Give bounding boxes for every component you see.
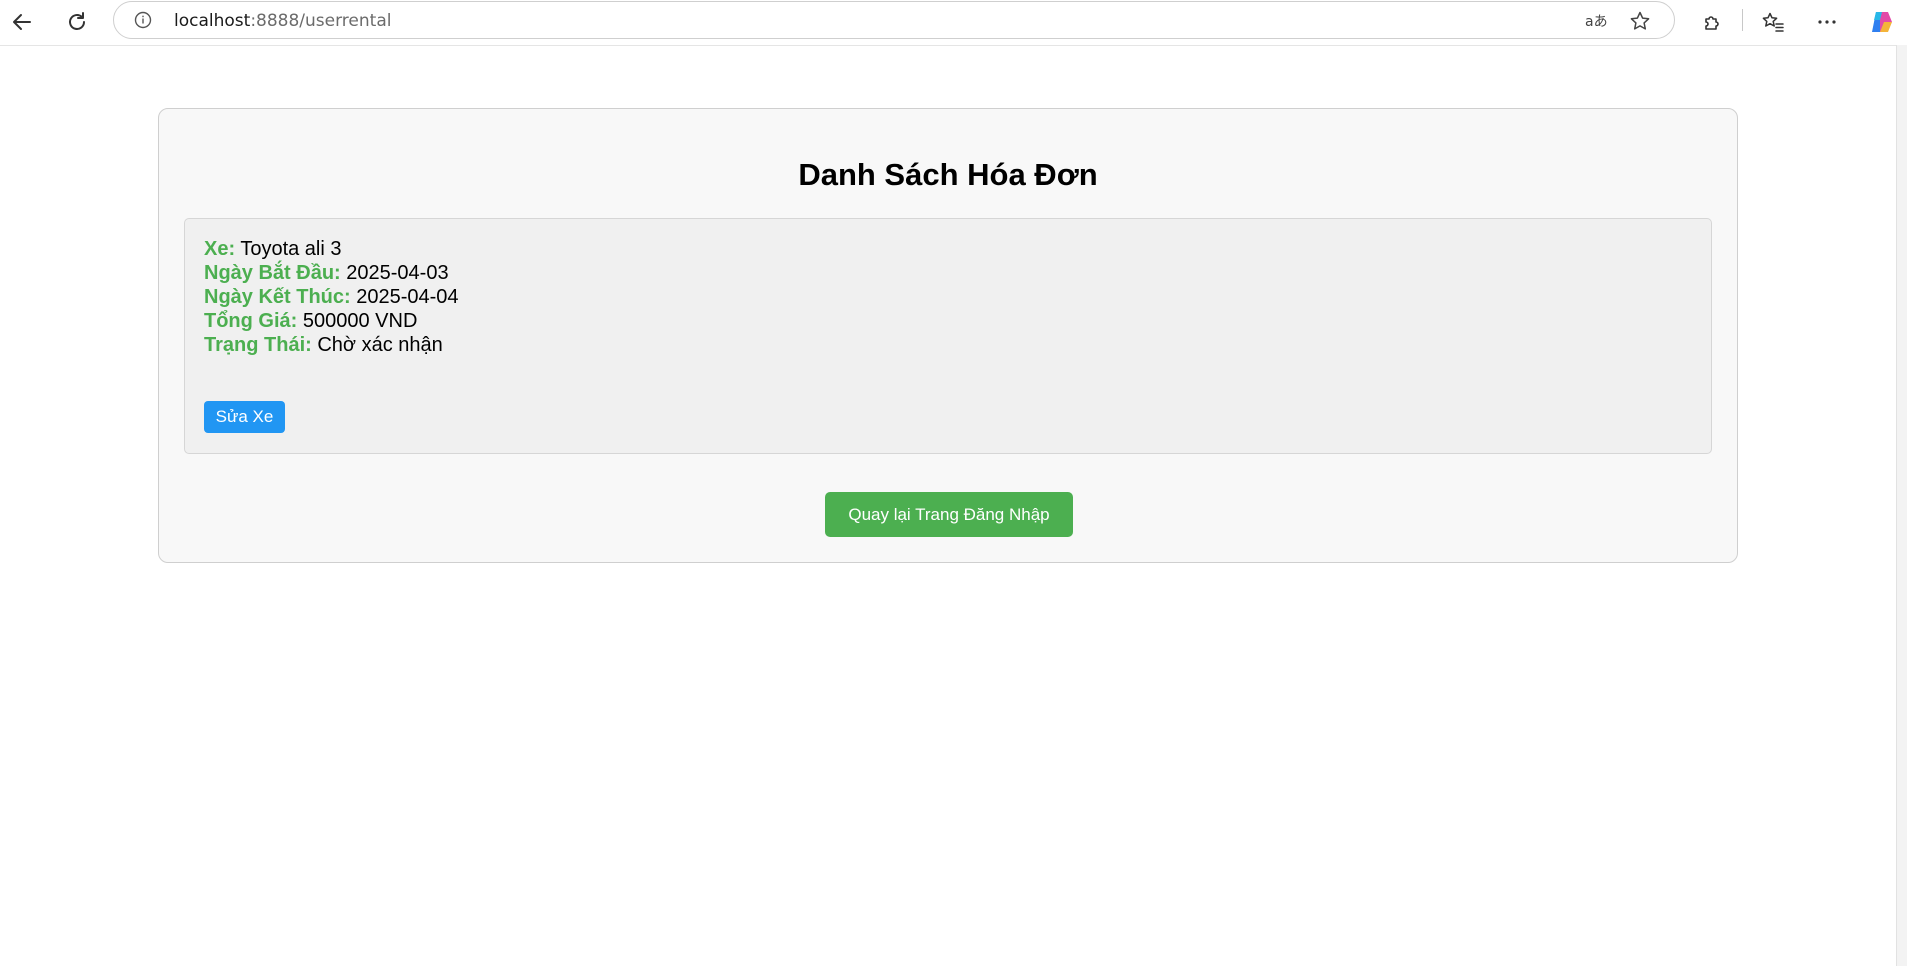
- favorites-list-icon[interactable]: [1755, 4, 1791, 40]
- url-host: localhost: [174, 11, 251, 31]
- back-arrow-icon[interactable]: [4, 4, 40, 40]
- info-icon[interactable]: [134, 11, 152, 29]
- status-label: Trạng Thái:: [204, 334, 312, 356]
- total-price-label: Tổng Giá:: [204, 310, 298, 332]
- edit-car-button[interactable]: Sửa Xe: [204, 401, 285, 433]
- start-date-value: 2025-04-03: [346, 262, 449, 284]
- total-price-value: 500000 VND: [302, 310, 418, 332]
- end-date-value: 2025-04-04: [356, 286, 459, 308]
- status-value: Chờ xác nhận: [317, 334, 443, 356]
- read-aloud-icon[interactable]: aあ: [1585, 10, 1607, 32]
- start-date-row: Ngày Bắt Đầu: 2025-04-03: [204, 261, 449, 285]
- car-label: Xe:: [204, 238, 236, 260]
- svg-text:aあ: aあ: [1585, 14, 1607, 30]
- end-date-label: Ngày Kết Thúc:: [204, 286, 351, 308]
- puzzle-icon[interactable]: [1694, 4, 1730, 40]
- status-row: Trạng Thái: Chờ xác nhận: [204, 333, 443, 357]
- browser-toolbar: localhost:8888/userrental aあ: [0, 0, 1907, 46]
- car-row: Xe: Toyota ali 3: [204, 237, 342, 261]
- copilot-icon[interactable]: [1864, 4, 1900, 40]
- end-date-row: Ngày Kết Thúc: 2025-04-04: [204, 285, 459, 309]
- address-bar[interactable]: localhost:8888/userrental aあ: [113, 1, 1675, 39]
- total-price-row: Tổng Giá: 500000 VND: [204, 309, 417, 333]
- start-date-label: Ngày Bắt Đầu:: [204, 262, 341, 284]
- rental-list-container: Danh Sách Hóa Đơn Xe: Toyota ali 3 Ngày …: [158, 108, 1738, 563]
- back-to-login-button[interactable]: Quay lại Trang Đăng Nhập: [825, 492, 1073, 537]
- rental-item: Xe: Toyota ali 3 Ngày Bắt Đầu: 2025-04-0…: [184, 218, 1712, 454]
- url-path: :8888/userrental: [250, 11, 392, 31]
- car-value: Toyota ali 3: [240, 238, 342, 260]
- url-text[interactable]: localhost:8888/userrental: [174, 11, 391, 31]
- toolbar-divider: [1742, 9, 1743, 31]
- more-icon[interactable]: [1809, 4, 1845, 40]
- scrollbar-track[interactable]: [1896, 45, 1907, 966]
- star-icon[interactable]: [1629, 10, 1651, 32]
- page-title: Danh Sách Hóa Đơn: [798, 157, 1098, 192]
- reload-icon[interactable]: [59, 4, 95, 40]
